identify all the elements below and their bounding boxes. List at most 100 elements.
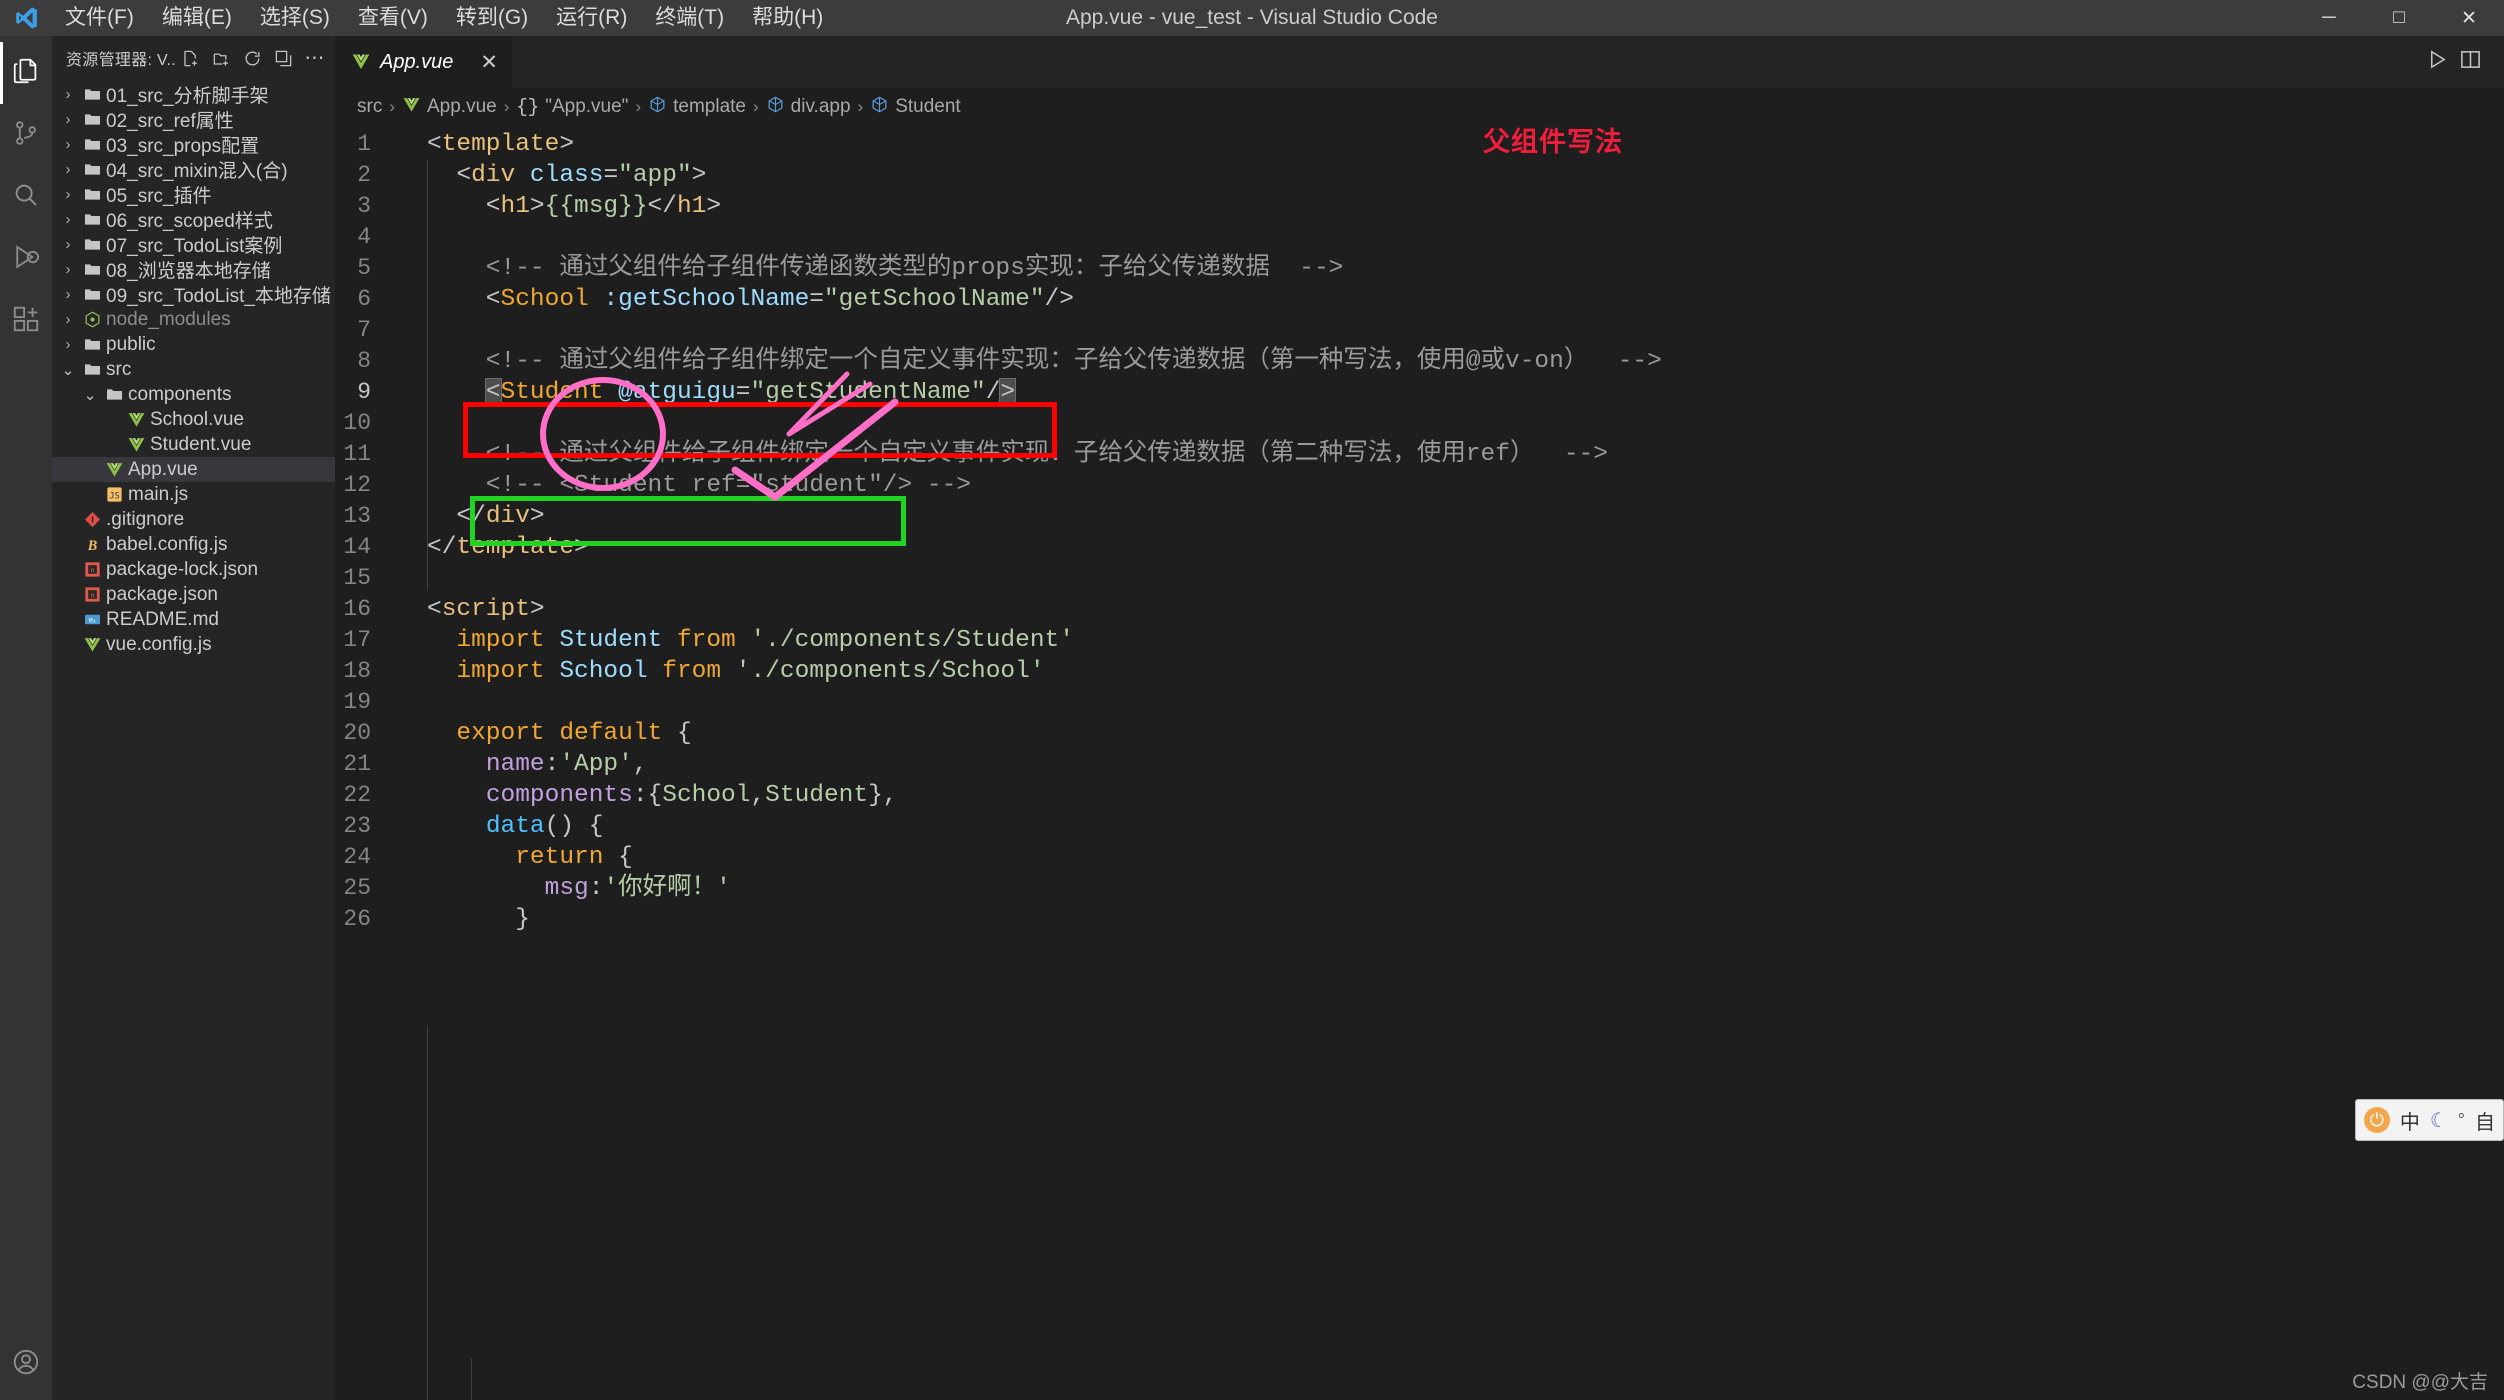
menu-help[interactable]: 帮助(H): [739, 1, 836, 35]
ime-mode-label[interactable]: 中: [2400, 1106, 2420, 1135]
tree-item-main.js[interactable]: JS main.js: [52, 482, 335, 507]
activity-run-debug[interactable]: [0, 228, 52, 290]
ime-status-widget[interactable]: ⏻ 中 ☾ ° 自: [2354, 1099, 2504, 1141]
code-line[interactable]: 26 }: [335, 904, 2504, 935]
code-line[interactable]: 22 components:{School,Student},: [335, 780, 2504, 811]
code-line[interactable]: 6 <School :getSchoolName="getSchoolName"…: [335, 284, 2504, 315]
code-line[interactable]: 11 <!-- 通过父组件给子组件绑定一个自定义事件实现：子给父传递数据（第二种…: [335, 439, 2504, 470]
tree-item-public[interactable]: › public: [52, 332, 335, 357]
chevron-right-icon[interactable]: ›: [58, 311, 78, 328]
minimize-button[interactable]: ─: [2294, 0, 2364, 36]
chevron-right-icon[interactable]: ›: [58, 136, 78, 153]
code-line[interactable]: 14 </template>: [335, 532, 2504, 563]
code-line[interactable]: 5 <!-- 通过父组件给子组件传递函数类型的props实现：子给父传递数据 -…: [335, 253, 2504, 284]
activity-accounts[interactable]: [0, 1338, 52, 1400]
tree-item-readme.md[interactable]: M↓ README.md: [52, 607, 335, 632]
code-line[interactable]: 4: [335, 222, 2504, 253]
tree-item-package-lock.json[interactable]: n package-lock.json: [52, 557, 335, 582]
code-line[interactable]: 8 <!-- 通过父组件给子组件绑定一个自定义事件实现：子给父传递数据（第一种写…: [335, 346, 2504, 377]
breadcrumb-item-template[interactable]: template: [648, 95, 746, 120]
new-folder-icon[interactable]: [207, 44, 236, 73]
activity-source-control[interactable]: [0, 104, 52, 166]
code-content[interactable]: 1 <template> 2 <div class="app"> 3 <h1>{{ms…: [335, 126, 2504, 935]
tree-item-student.vue[interactable]: Student.vue: [52, 432, 335, 457]
split-editor-icon[interactable]: [2459, 48, 2482, 76]
code-line[interactable]: 2 <div class="app">: [335, 160, 2504, 191]
menu-view[interactable]: 查看(V): [345, 1, 441, 35]
maximize-button[interactable]: □: [2364, 0, 2434, 36]
new-file-icon[interactable]: [176, 44, 205, 73]
tree-item-08_[interactable]: › 08_浏览器本地存储: [52, 257, 335, 282]
chevron-right-icon[interactable]: ›: [58, 186, 78, 203]
activity-search[interactable]: [0, 166, 52, 228]
code-line[interactable]: 3 <h1>{{msg}}</h1>: [335, 191, 2504, 222]
code-line[interactable]: 23 data() {: [335, 811, 2504, 842]
code-line[interactable]: 20 export default {: [335, 718, 2504, 749]
tree-item-02_src_ref[interactable]: › 02_src_ref属性: [52, 107, 335, 132]
breadcrumb-item-src[interactable]: src: [357, 96, 382, 118]
tree-item-01_src_[interactable]: › 01_src_分析脚手架: [52, 82, 335, 107]
tree-item-components[interactable]: ⌄ components: [52, 382, 335, 407]
chevron-right-icon[interactable]: ›: [58, 86, 78, 103]
code-line[interactable]: 13 </div>: [335, 501, 2504, 532]
refresh-icon[interactable]: [238, 44, 267, 73]
code-line[interactable]: 25 msg:'你好啊！': [335, 873, 2504, 904]
code-line[interactable]: 19: [335, 687, 2504, 718]
menu-terminal[interactable]: 终端(T): [642, 1, 737, 35]
tree-item-03_src_props[interactable]: › 03_src_props配置: [52, 132, 335, 157]
tree-item-school.vue[interactable]: School.vue: [52, 407, 335, 432]
chevron-right-icon[interactable]: ›: [58, 286, 78, 303]
moon-icon[interactable]: ☾: [2430, 1108, 2448, 1133]
file-tree[interactable]: › 01_src_分析脚手架 › 02_src_ref属性 › 03_src_props配…: [52, 80, 335, 1400]
tree-item-09_src_todolist_[interactable]: › 09_src_TodoList_本地存储: [52, 282, 335, 307]
tree-item-vue.config.js[interactable]: vue.config.js: [52, 632, 335, 657]
tree-item-app.vue[interactable]: App.vue: [52, 457, 335, 482]
run-code-icon[interactable]: [2426, 48, 2449, 76]
code-line[interactable]: 18 import School from './components/Scho…: [335, 656, 2504, 687]
code-line[interactable]: 21 name:'App',: [335, 749, 2504, 780]
collapse-all-icon[interactable]: [269, 44, 298, 73]
menu-edit[interactable]: 编辑(E): [149, 1, 245, 35]
code-line[interactable]: 16 <script>: [335, 594, 2504, 625]
tree-item-04_src_mixin[interactable]: › 04_src_mixin混入(合): [52, 157, 335, 182]
chevron-right-icon[interactable]: ›: [58, 111, 78, 128]
code-line[interactable]: 24 return {: [335, 842, 2504, 873]
tree-item-.gitignore[interactable]: .gitignore: [52, 507, 335, 532]
tab-app-vue[interactable]: App.vue ✕: [335, 36, 513, 88]
code-editor[interactable]: 1 <template> 2 <div class="app"> 3 <h1>{{ms…: [335, 126, 2504, 1400]
code-line[interactable]: 1 <template>: [335, 129, 2504, 160]
chevron-right-icon[interactable]: ›: [58, 161, 78, 178]
tree-item-06_src_scoped[interactable]: › 06_src_scoped样式: [52, 207, 335, 232]
chevron-right-icon[interactable]: ›: [58, 236, 78, 253]
tree-item-src[interactable]: ⌄ src: [52, 357, 335, 382]
code-line[interactable]: 7: [335, 315, 2504, 346]
chevron-down-icon[interactable]: ⌄: [58, 361, 78, 379]
tree-item-05_src_[interactable]: › 05_src_插件: [52, 182, 335, 207]
tree-item-node_modules[interactable]: › node_modules: [52, 307, 335, 332]
tree-item-package.json[interactable]: n package.json: [52, 582, 335, 607]
breadcrumb-item-div.app[interactable]: div.app: [766, 95, 851, 120]
close-icon[interactable]: ✕: [480, 50, 498, 75]
more-actions-icon[interactable]: ⋯: [300, 44, 329, 73]
breadcrumb-item-student[interactable]: Student: [870, 95, 961, 120]
breadcrumb-item-app.vue[interactable]: App.vue: [402, 95, 497, 120]
close-window-button[interactable]: ✕: [2434, 0, 2504, 36]
activity-explorer[interactable]: [0, 42, 52, 104]
code-line[interactable]: 17 import Student from './components/Stu…: [335, 625, 2504, 656]
activity-extensions[interactable]: [0, 290, 52, 352]
tree-item-babel.config.js[interactable]: Bbabel.config.js: [52, 532, 335, 557]
dot-icon[interactable]: °: [2458, 1110, 2465, 1131]
chevron-right-icon[interactable]: ›: [58, 261, 78, 278]
chevron-right-icon[interactable]: ›: [58, 211, 78, 228]
breadcrumb[interactable]: src › App.vue › {} "App.vue" › template › div.app…: [335, 88, 2504, 126]
code-line[interactable]: 15: [335, 563, 2504, 594]
code-line[interactable]: 12 <!-- <Student ref="student"/> -->: [335, 470, 2504, 501]
code-line[interactable]: 9 <Student @atguigu="getStudentName"/>: [335, 377, 2504, 408]
tree-item-07_src_todolist[interactable]: › 07_src_TodoList案例: [52, 232, 335, 257]
breadcrumb-item-app.vue[interactable]: {} "App.vue": [516, 96, 628, 118]
menu-selection[interactable]: 选择(S): [247, 1, 343, 35]
menu-run[interactable]: 运行(R): [543, 1, 640, 35]
ime-extra-label[interactable]: 自: [2475, 1106, 2495, 1135]
chevron-right-icon[interactable]: ›: [58, 336, 78, 353]
menu-file[interactable]: 文件(F): [52, 1, 147, 35]
